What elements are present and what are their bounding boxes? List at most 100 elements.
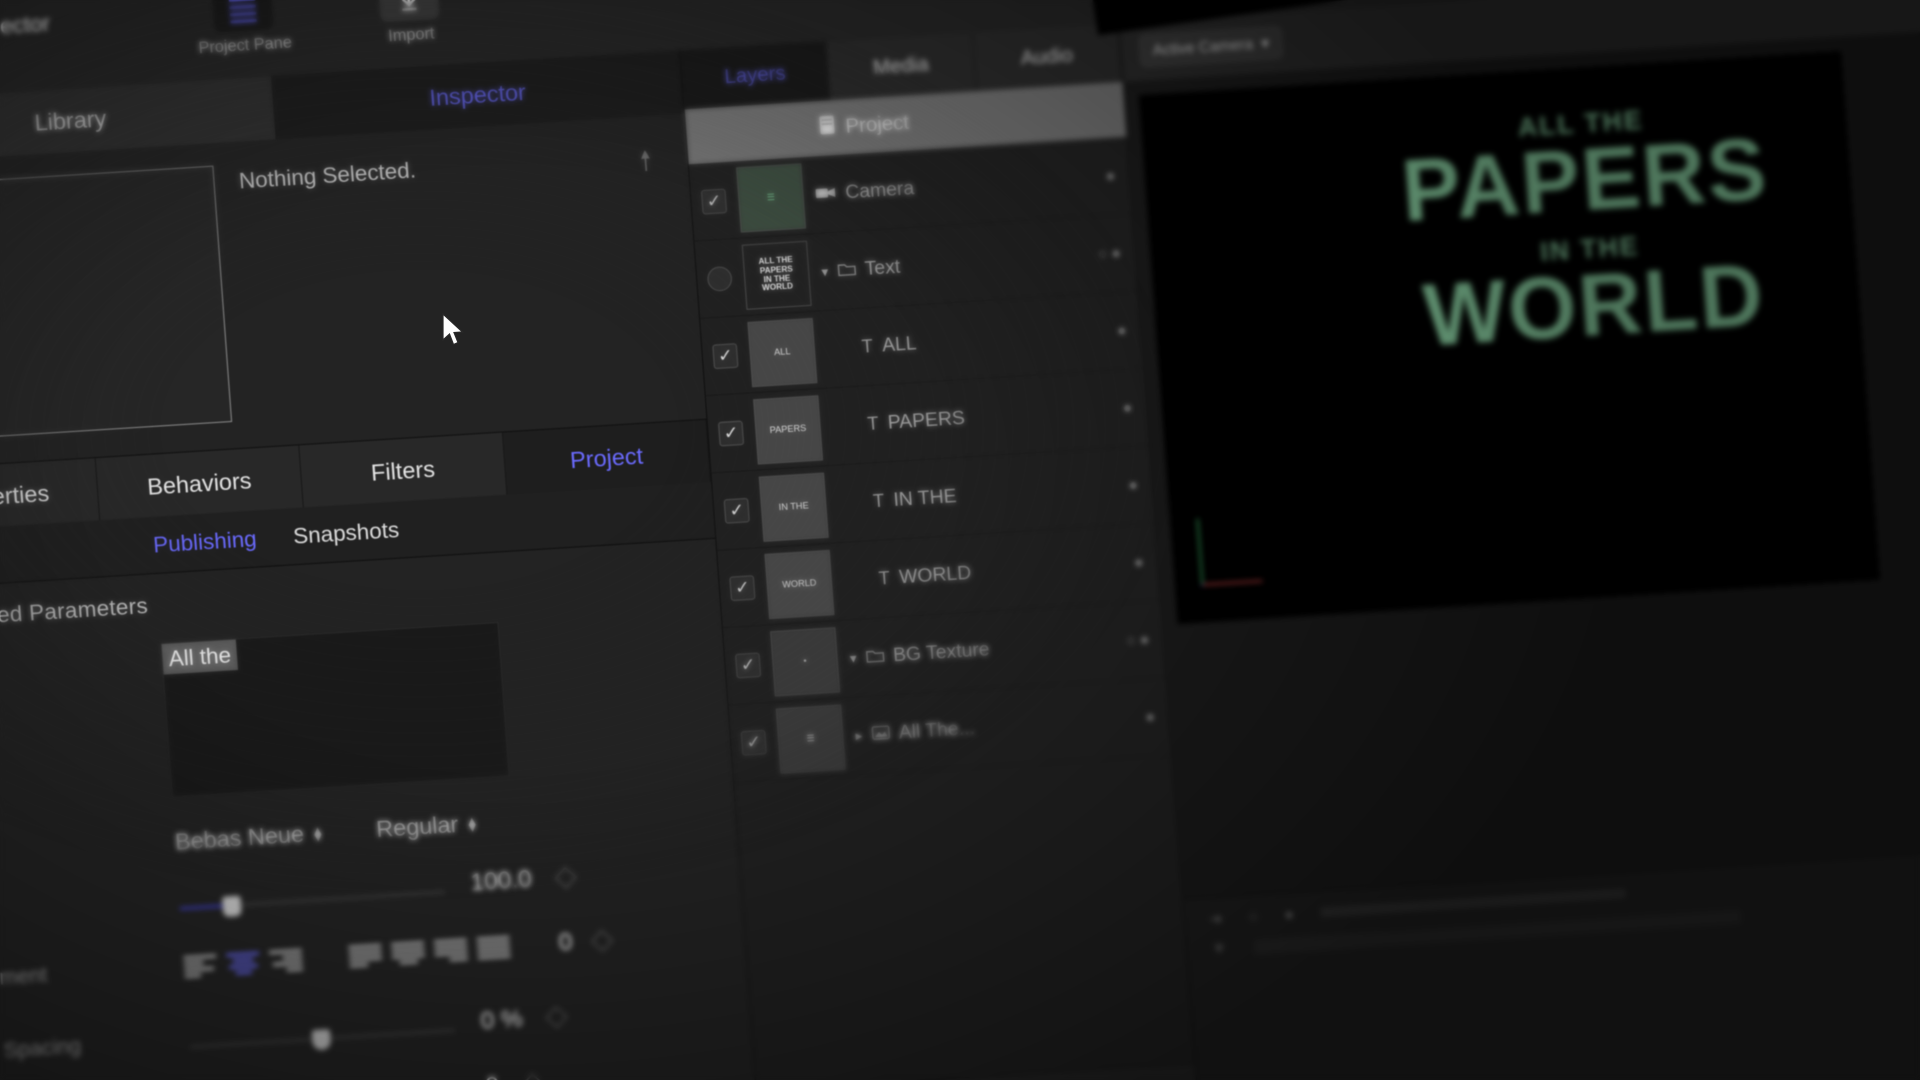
layer-visibility-checkbox[interactable]: ✓ bbox=[712, 342, 739, 369]
published-parameters-title: Published Parameters bbox=[0, 592, 149, 633]
viewer-canvas[interactable]: ALL THE PAPERS IN THE WORLD bbox=[1138, 50, 1881, 625]
playhead-icon[interactable]: ▼ bbox=[1211, 940, 1227, 958]
download-arrow-icon bbox=[377, 0, 440, 23]
tab-layers[interactable]: Layers bbox=[680, 41, 831, 110]
sub-tab-snapshots[interactable]: Snapshots bbox=[292, 516, 400, 549]
tab-inspector-label: Inspector bbox=[428, 78, 527, 111]
import-button[interactable]: Import bbox=[377, 0, 442, 47]
layer-thumbnail: ☰ bbox=[775, 704, 846, 774]
param-label-alignment: Alignment bbox=[0, 963, 48, 993]
toolbar-inspector-label: Inspector bbox=[0, 10, 51, 42]
sub-tab-publishing[interactable]: Publishing bbox=[152, 525, 257, 558]
chevron-updown-icon: ▴ ▾ bbox=[313, 820, 323, 845]
layer-visibility-checkbox[interactable]: ✓ bbox=[740, 729, 767, 756]
layer-name-label: ALL bbox=[881, 332, 918, 356]
layer-name: ▾ BG Texture bbox=[849, 639, 990, 670]
layer-visibility-checkbox[interactable]: ✓ bbox=[706, 265, 733, 292]
text-icon: T bbox=[866, 413, 880, 435]
row-right-icons[interactable]: ● bbox=[1105, 166, 1130, 185]
layers-panel-footer bbox=[756, 1062, 1200, 1080]
row-right-icons[interactable]: ○ ● bbox=[1097, 244, 1135, 263]
project-file-icon bbox=[818, 114, 836, 141]
keyframe-diamond-icon[interactable] bbox=[554, 866, 577, 888]
keyframe-diamond-icon[interactable] bbox=[591, 929, 614, 952]
font-family-dropdown[interactable]: Bebas Neue ▴ ▾ bbox=[174, 819, 322, 856]
row-right-icons[interactable]: ○ ● bbox=[1126, 630, 1164, 650]
left-panel-body: Nothing Selected. Properties Behaviors F… bbox=[0, 114, 761, 1080]
layer-visibility-checkbox[interactable]: ✓ bbox=[700, 188, 728, 215]
row-right-icons[interactable]: ● bbox=[1117, 321, 1142, 340]
inspector-tab-properties-label: Properties bbox=[0, 479, 50, 513]
font-family-value: Bebas Neue bbox=[173, 820, 305, 855]
arrow-tool-icon[interactable]: ➔ bbox=[1209, 910, 1223, 929]
text-input[interactable]: All the bbox=[160, 621, 510, 798]
inspector-tab-behaviors-label: Behaviors bbox=[146, 466, 253, 500]
row-right-icons[interactable]: ● bbox=[1122, 398, 1147, 417]
line-spacing-knob[interactable] bbox=[311, 1029, 331, 1051]
layer-visibility-checkbox[interactable]: ✓ bbox=[723, 497, 750, 524]
layer-visibility-checkbox[interactable]: ✓ bbox=[717, 420, 745, 446]
justify-full-icon[interactable] bbox=[476, 933, 511, 961]
alignment-buttons bbox=[183, 946, 304, 980]
layer-name-label: All The... bbox=[897, 717, 976, 744]
timeline-area: ➔ ○ ● ▼ bbox=[1183, 839, 1920, 1080]
chevron-right-icon[interactable]: ▸ bbox=[855, 727, 863, 744]
layer-name: ▸ All The... bbox=[855, 717, 976, 747]
motion-app-window: View Share Window Help Inspector Project… bbox=[0, 0, 1920, 1080]
size-value[interactable]: 100.0 bbox=[469, 865, 532, 897]
size-slider-fill bbox=[179, 904, 228, 910]
align-left-icon[interactable] bbox=[183, 951, 218, 979]
align-right-icon[interactable] bbox=[268, 946, 304, 974]
layer-visibility-checkbox[interactable]: ✓ bbox=[729, 574, 756, 601]
layers-panel: Layers Media Audio Project ✓ ☰ Camera ● … bbox=[680, 22, 1201, 1080]
justify-right-icon[interactable] bbox=[433, 936, 469, 964]
camera-icon bbox=[815, 182, 837, 206]
param-row-text: Text All the bbox=[0, 608, 732, 814]
row-right-icons[interactable]: ● bbox=[1145, 707, 1170, 726]
size-slider[interactable] bbox=[179, 885, 445, 918]
layer-name-label: Camera bbox=[844, 177, 915, 203]
chevron-down-icon[interactable]: ▾ bbox=[821, 263, 829, 280]
line-spacing-value[interactable]: 0 % bbox=[480, 1005, 524, 1036]
tab-layers-label: Layers bbox=[723, 61, 787, 88]
param-row-alignment: Alignment 0 bbox=[0, 917, 745, 997]
line-spacing-slider[interactable] bbox=[189, 1023, 456, 1054]
tab-audio-label: Audio bbox=[1019, 43, 1074, 70]
text-icon: T bbox=[877, 567, 891, 589]
alignment-value[interactable]: 0 bbox=[558, 928, 574, 957]
left-panel: Library Inspector Nothing Selected. Prop… bbox=[0, 50, 762, 1080]
tracking-value[interactable]: 0 bbox=[484, 1072, 500, 1080]
layer-visibility-checkbox[interactable]: ✓ bbox=[734, 651, 762, 678]
justify-left-icon[interactable] bbox=[348, 941, 383, 969]
layer-thumbnail: PAPERS bbox=[753, 394, 823, 465]
param-label-font: Font bbox=[0, 830, 176, 870]
inspector-tab-project-label: Project bbox=[569, 441, 644, 473]
active-camera-dropdown[interactable]: Active Camera ▾ bbox=[1138, 25, 1284, 68]
size-slider-knob[interactable] bbox=[221, 895, 242, 918]
layer-name: Camera bbox=[815, 177, 915, 206]
group-icon bbox=[865, 645, 885, 669]
align-center-icon[interactable] bbox=[226, 949, 261, 977]
keyframe-diamond-icon[interactable] bbox=[522, 1072, 544, 1080]
param-label-text: Text bbox=[0, 643, 162, 683]
layer-thumbnail: ALL bbox=[747, 317, 818, 387]
row-right-icons[interactable]: ● bbox=[1134, 553, 1159, 572]
justify-center-icon[interactable] bbox=[391, 938, 426, 966]
circle-tool-icon[interactable]: ○ bbox=[1248, 908, 1258, 926]
font-style-dropdown[interactable]: Regular ▴ ▾ bbox=[375, 809, 476, 843]
param-label-line-spacing: Line Spacing bbox=[0, 1034, 82, 1065]
chevron-down-icon[interactable]: ▾ bbox=[849, 650, 857, 667]
layer-thumbnail: ☰ bbox=[736, 162, 806, 233]
record-tool-icon[interactable]: ● bbox=[1284, 906, 1294, 924]
layer-thumbnail: ALL THE PAPERS IN THE WORLD bbox=[741, 240, 812, 310]
row-right-icons[interactable]: ● bbox=[1128, 476, 1153, 494]
pin-icon[interactable] bbox=[638, 149, 654, 173]
tab-media[interactable]: Media bbox=[826, 32, 977, 101]
nothing-selected-text: Nothing Selected. bbox=[238, 157, 417, 194]
inspector-tab-filters-label: Filters bbox=[370, 454, 436, 486]
layer-name-label: BG Texture bbox=[892, 638, 991, 666]
project-pane-button[interactable]: Project Pane bbox=[194, 0, 292, 58]
import-label: Import bbox=[387, 25, 436, 46]
keyframe-diamond-icon[interactable] bbox=[546, 1005, 568, 1028]
justify-buttons bbox=[348, 933, 511, 970]
